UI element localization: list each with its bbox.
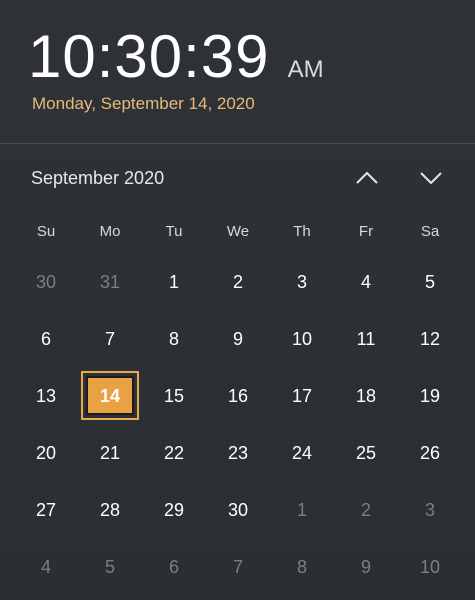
calendar-day[interactable]: 5 [78,539,142,596]
calendar-day[interactable]: 1 [142,254,206,311]
calendar-day[interactable]: 28 [78,482,142,539]
calendar-day[interactable]: 13 [14,368,78,425]
calendar-day[interactable]: 26 [398,425,462,482]
calendar-day[interactable]: 12 [398,311,462,368]
chevron-up-icon [356,171,378,184]
calendar-day[interactable]: 7 [78,311,142,368]
calendar-day[interactable]: 31 [78,254,142,311]
calendar-day[interactable]: 11 [334,311,398,368]
calendar-day[interactable]: 2 [334,482,398,539]
calendar-day[interactable]: 17 [270,368,334,425]
calendar-day[interactable]: 22 [142,425,206,482]
calendar-day[interactable]: 20 [14,425,78,482]
divider [0,143,475,144]
current-date-link[interactable]: Monday, September 14, 2020 [32,94,255,114]
weekday-label: We [226,222,250,240]
clock-time: 10:30:39 [28,23,270,90]
calendar-day[interactable]: 30 [206,482,270,539]
calendar-day[interactable]: 8 [142,311,206,368]
calendar-day[interactable]: 19 [398,368,462,425]
calendar-days-grid: 30 31 1 2 3 4 5 6 7 8 9 10 11 12 13 14 15 16 17 18 19 20 21 22 2… [14,254,462,596]
calendar-day[interactable]: 9 [334,539,398,596]
weekday-label: Sa [420,222,440,240]
calendar-day[interactable]: 2 [206,254,270,311]
calendar-day[interactable]: 1 [270,482,334,539]
calendar-day[interactable]: 7 [206,539,270,596]
calendar-day[interactable]: 27 [14,482,78,539]
clock-display: 10:30:39 AM [28,22,324,92]
calendar-day-today[interactable]: 14 [78,368,142,425]
month-year-title[interactable]: September 2020 [31,168,164,189]
calendar-day[interactable]: 9 [206,311,270,368]
previous-month-button[interactable] [351,164,383,192]
calendar-day[interactable]: 21 [78,425,142,482]
calendar-day[interactable]: 5 [398,254,462,311]
calendar-day[interactable]: 10 [270,311,334,368]
weekday-label: Fr [358,222,374,240]
calendar-day[interactable]: 4 [14,539,78,596]
calendar-day[interactable]: 30 [14,254,78,311]
calendar-day-number: 14 [99,386,121,406]
weekday-label: Mo [99,222,121,240]
next-month-button[interactable] [415,164,447,192]
weekday-label: Tu [165,222,183,240]
clock-ampm: AM [287,56,324,83]
calendar-day[interactable]: 16 [206,368,270,425]
calendar-day[interactable]: 4 [334,254,398,311]
calendar-day[interactable]: 3 [270,254,334,311]
weekday-label: Su [36,222,56,240]
calendar-day[interactable]: 25 [334,425,398,482]
chevron-down-icon [420,172,442,185]
calendar-day[interactable]: 10 [398,539,462,596]
calendar-day[interactable]: 18 [334,368,398,425]
calendar-day[interactable]: 29 [142,482,206,539]
weekday-header: Su Mo Tu We Th Fr Sa [14,206,462,256]
calendar-day[interactable]: 6 [14,311,78,368]
calendar-day[interactable]: 6 [142,539,206,596]
calendar-day[interactable]: 8 [270,539,334,596]
calendar-day[interactable]: 23 [206,425,270,482]
weekday-label: Th [293,222,311,240]
calendar-day[interactable]: 15 [142,368,206,425]
calendar-day[interactable]: 24 [270,425,334,482]
calendar-day[interactable]: 3 [398,482,462,539]
calendar-flyout: 10:30:39 AM Monday, September 14, 2020 S… [0,0,475,600]
